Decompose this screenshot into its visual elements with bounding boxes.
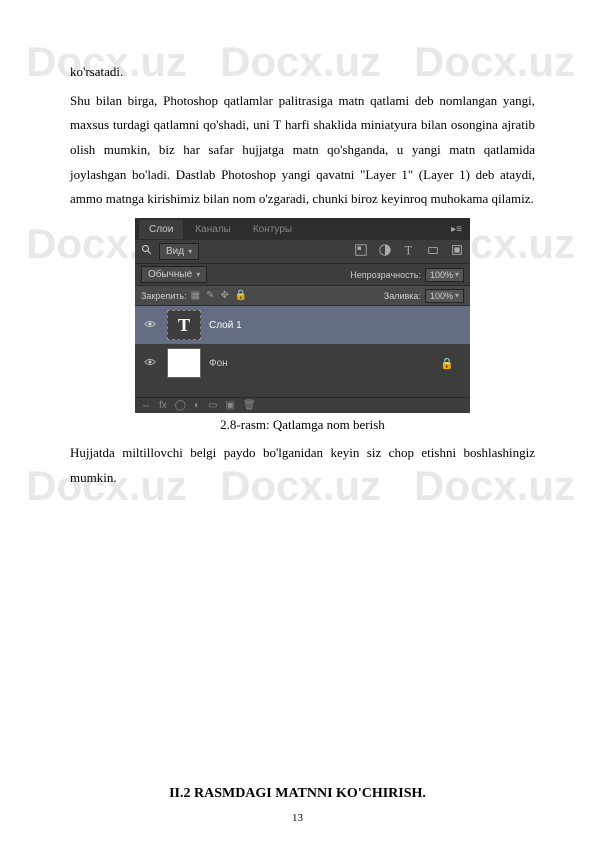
blend-mode-label: Обычные <box>148 269 192 280</box>
filter-type-label: Вид <box>166 246 184 257</box>
mask-icon[interactable]: ◯ <box>175 400 186 411</box>
adjustment-icon[interactable]: ◐ <box>194 400 200 411</box>
opacity-input[interactable]: 100% ▾ <box>425 268 464 282</box>
document-content: ko'rsatadi. Shu bilan birga, Photoshop q… <box>0 0 595 515</box>
panel-tab-bar: Слои Каналы Контуры ▸≡ <box>135 218 470 240</box>
paragraph-main: Shu bilan birga, Photoshop qatlamlar pal… <box>70 89 535 212</box>
blend-opacity-row: Обычные ▾ Непрозрачность: 100% ▾ <box>135 264 470 286</box>
fill-label: Заливка: <box>384 291 421 301</box>
panel-menu-icon[interactable]: ▸≡ <box>451 224 466 235</box>
opacity-label: Непрозрачность: <box>350 270 421 280</box>
panel-footer-toolbar: ⇔ fx ◯ ◐ ▭ ▣ 🗑 <box>135 397 470 413</box>
link-layers-icon[interactable]: ⇔ <box>141 400 151 411</box>
tab-channels[interactable]: Каналы <box>185 220 241 239</box>
panel-filter-toolbar: Вид ▾ T <box>135 240 470 264</box>
lock-pixels-icon[interactable]: ✎ <box>206 290 214 301</box>
search-icon[interactable] <box>141 244 153 259</box>
lock-position-icon[interactable]: ✥ <box>220 290 228 301</box>
svg-text:T: T <box>405 244 413 258</box>
layer-name-label[interactable]: Слой 1 <box>209 320 242 331</box>
chevron-down-icon: ▾ <box>196 270 200 279</box>
section-heading: II.2 RASMDAGI MATNNI KO'CHIRISH. <box>0 786 595 802</box>
fill-value: 100% <box>430 291 453 301</box>
lock-label: Закрепить: <box>141 291 187 301</box>
lock-fill-row: Закрепить: ▦ ✎ ✥ 🔒 Заливка: 100% ▾ <box>135 286 470 306</box>
chevron-down-icon: ▾ <box>188 247 192 256</box>
visibility-toggle-icon[interactable] <box>141 318 159 333</box>
paragraph-continuation: ko'rsatadi. <box>70 60 535 85</box>
lock-transparent-icon[interactable]: ▦ <box>191 290 200 301</box>
fill-input[interactable]: 100% ▾ <box>425 289 464 303</box>
page-number: 13 <box>0 812 595 824</box>
filter-smart-icon[interactable] <box>450 243 464 260</box>
filter-type-icon[interactable]: T <box>402 243 416 260</box>
layer-thumbnail-text: T <box>167 310 201 340</box>
group-icon[interactable]: ▭ <box>208 400 217 411</box>
filter-icons-group: T <box>354 243 464 260</box>
figure-caption: 2.8-rasm: Qatlamga nom berish <box>70 417 535 433</box>
filter-shape-icon[interactable] <box>426 243 440 260</box>
tab-layers[interactable]: Слои <box>139 220 183 239</box>
layer-row-background[interactable]: Фон 🔒 <box>135 344 470 382</box>
paragraph-after-figure: Hujjatda miltillovchi belgi paydo bo'lga… <box>70 441 535 490</box>
filter-type-dropdown[interactable]: Вид ▾ <box>159 243 199 260</box>
lock-icons-group: ▦ ✎ ✥ 🔒 <box>191 290 248 301</box>
chevron-down-icon: ▾ <box>455 291 459 300</box>
layer-row-text[interactable]: T Слой 1 <box>135 306 470 344</box>
blend-mode-dropdown[interactable]: Обычные ▾ <box>141 266 207 283</box>
layers-list: T Слой 1 Фон 🔒 <box>135 306 470 400</box>
filter-adjust-icon[interactable] <box>378 243 392 260</box>
layer-name-label[interactable]: Фон <box>209 358 228 369</box>
layer-thumbnail-bg <box>167 348 201 378</box>
photoshop-layers-panel: Слои Каналы Контуры ▸≡ Вид ▾ T Обы <box>135 218 470 413</box>
opacity-value: 100% <box>430 270 453 280</box>
filter-pixel-icon[interactable] <box>354 243 368 260</box>
lock-icon[interactable]: 🔒 <box>440 357 454 370</box>
tab-paths[interactable]: Контуры <box>243 220 302 239</box>
fx-icon[interactable]: fx <box>159 400 167 411</box>
new-layer-icon[interactable]: ▣ <box>225 400 234 411</box>
lock-all-icon[interactable]: 🔒 <box>235 290 247 301</box>
chevron-down-icon: ▾ <box>455 270 459 279</box>
visibility-toggle-icon[interactable] <box>141 356 159 371</box>
delete-icon[interactable]: 🗑 <box>243 400 256 411</box>
